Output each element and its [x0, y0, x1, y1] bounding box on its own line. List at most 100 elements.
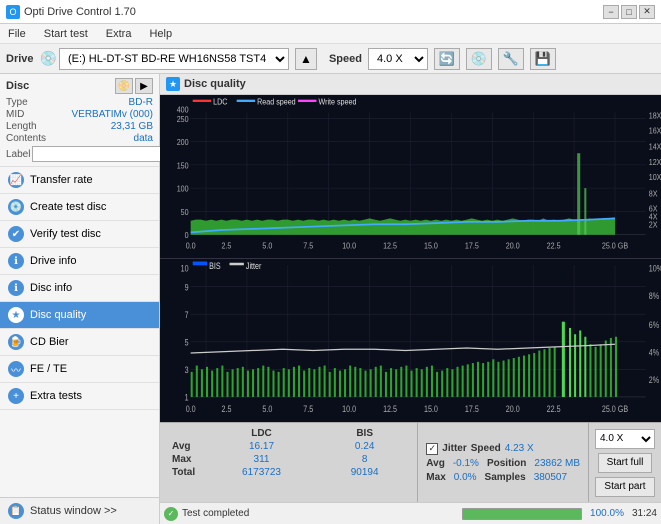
- sidebar-item-extra-tests[interactable]: + Extra tests: [0, 383, 159, 410]
- svg-text:0: 0: [185, 231, 189, 241]
- titlebar: O Opti Drive Control 1.70 − □ ✕: [0, 0, 661, 24]
- svg-text:LDC: LDC: [213, 97, 228, 107]
- refresh-button[interactable]: 🔄: [434, 48, 460, 70]
- progress-bar: [462, 508, 582, 520]
- start-full-button[interactable]: Start full: [598, 453, 653, 473]
- samples-val: 380507: [534, 472, 567, 483]
- avg-jitter-row: Avg -0.1% Position 23862 MB: [426, 458, 580, 469]
- start-part-button[interactable]: Start part: [595, 477, 654, 497]
- type-key: Type: [6, 97, 28, 108]
- stats-bar: LDC BIS Avg 16.17 0.24 Max 311: [160, 422, 661, 502]
- sidebar-item-cd-bier[interactable]: 🍺 CD Bier: [0, 329, 159, 356]
- window-controls[interactable]: − □ ✕: [603, 5, 655, 19]
- svg-text:16X: 16X: [649, 126, 661, 136]
- svg-text:5.0: 5.0: [262, 241, 272, 251]
- svg-text:15.0: 15.0: [424, 241, 438, 251]
- sidebar-item-verify-test-disc[interactable]: ✔ Verify test disc: [0, 221, 159, 248]
- svg-text:50: 50: [181, 207, 189, 217]
- drive-icon: 💿: [40, 50, 57, 67]
- menu-file[interactable]: File: [4, 28, 30, 40]
- minimize-button[interactable]: −: [603, 5, 619, 19]
- time-display: 31:24: [632, 508, 657, 519]
- disc-contents-row: Contents data: [6, 133, 153, 144]
- menu-help[interactable]: Help: [145, 28, 176, 40]
- speed-label: Speed: [329, 53, 362, 65]
- eject-button[interactable]: ▲: [295, 48, 317, 70]
- speed-dropdown[interactable]: 4.0 X: [595, 429, 655, 449]
- bottom-chart-svg: 1 3 5 7 9 10 10% 8% 6% 4% 2% 0.0 2.5 5.0: [160, 259, 661, 422]
- sidebar-item-transfer-rate[interactable]: 📈 Transfer rate: [0, 167, 159, 194]
- avg-bis: 0.24: [320, 440, 409, 453]
- svg-text:22.5: 22.5: [547, 404, 561, 414]
- sidebar-item-disc-info[interactable]: ℹ Disc info: [0, 275, 159, 302]
- svg-text:10.0: 10.0: [342, 404, 356, 414]
- position-label: Position: [487, 458, 526, 469]
- status-window-button[interactable]: 📋 Status window >>: [0, 498, 159, 524]
- svg-text:22.5: 22.5: [547, 241, 561, 251]
- progress-container: [462, 508, 582, 520]
- disc-button[interactable]: 💿: [466, 48, 492, 70]
- menu-start-test[interactable]: Start test: [40, 28, 92, 40]
- cd-bier-icon: 🍺: [8, 334, 24, 350]
- label-row: Label 🔍: [6, 146, 153, 162]
- samples-label: Samples: [485, 472, 526, 483]
- speed-info-label: Speed: [471, 443, 501, 454]
- svg-text:25.0 GB: 25.0 GB: [602, 241, 628, 251]
- total-ldc: 6173723: [203, 466, 320, 479]
- close-button[interactable]: ✕: [639, 5, 655, 19]
- nav-label-fe-te: FE / TE: [30, 363, 67, 375]
- svg-text:200: 200: [177, 138, 189, 148]
- drivebar: Drive 💿 (E:) HL-DT-ST BD-RE WH16NS58 TST…: [0, 44, 661, 74]
- svg-text:250: 250: [177, 114, 189, 124]
- svg-text:8X: 8X: [649, 189, 658, 199]
- menu-extra[interactable]: Extra: [102, 28, 136, 40]
- nav-label-cd-bier: CD Bier: [30, 336, 69, 348]
- svg-text:10.0: 10.0: [342, 241, 356, 251]
- avg-label2: Avg: [426, 458, 445, 469]
- bottom-status-bar: ✓ Test completed 100.0% 31:24: [160, 502, 661, 524]
- sidebar-item-drive-info[interactable]: ℹ Drive info: [0, 248, 159, 275]
- max-jitter-row: Max 0.0% Samples 380507: [426, 472, 580, 483]
- disc-label: Disc: [6, 80, 29, 92]
- jitter-checkbox[interactable]: ✓: [426, 443, 438, 455]
- settings-button[interactable]: 🔧: [498, 48, 524, 70]
- drive-info-icon: ℹ: [8, 253, 24, 269]
- svg-text:10%: 10%: [649, 264, 661, 274]
- max-label: Max: [168, 453, 203, 466]
- svg-text:2%: 2%: [649, 375, 659, 385]
- disc-quality-icon: ★: [8, 307, 24, 323]
- length-val: 23,31 GB: [111, 121, 153, 132]
- disc-header: Disc 📀 ▶: [6, 78, 153, 94]
- disc-icons: 📀 ▶: [115, 78, 153, 94]
- disc-icon-2[interactable]: ▶: [135, 78, 153, 94]
- bottom-chart: 1 3 5 7 9 10 10% 8% 6% 4% 2% 0.0 2.5 5.0: [160, 259, 661, 422]
- max-bis: 8: [320, 453, 409, 466]
- extra-tests-icon: +: [8, 388, 24, 404]
- disc-length-row: Length 23,31 GB: [6, 121, 153, 132]
- disc-info-icon: ℹ: [8, 280, 24, 296]
- status-window-label: Status window >>: [30, 505, 117, 517]
- sidebar-item-disc-quality[interactable]: ★ Disc quality: [0, 302, 159, 329]
- verify-test-disc-icon: ✔: [8, 226, 24, 242]
- svg-text:18X: 18X: [649, 111, 661, 121]
- svg-text:12.5: 12.5: [383, 404, 397, 414]
- speed-info-val: 4.23 X: [505, 443, 534, 454]
- sidebar-item-create-test-disc[interactable]: 💿 Create test disc: [0, 194, 159, 221]
- max-label2: Max: [426, 472, 445, 483]
- top-chart: 0 50 100 150 200 250 400 18X 16X 14X 12X…: [160, 95, 661, 259]
- save-button[interactable]: 💾: [530, 48, 556, 70]
- speed-select[interactable]: 4.0 X: [368, 48, 428, 70]
- disc-icon-1[interactable]: 📀: [115, 78, 133, 94]
- label-input[interactable]: [32, 146, 170, 162]
- sidebar-item-fe-te[interactable]: 〰 FE / TE: [0, 356, 159, 383]
- svg-text:2.5: 2.5: [221, 241, 231, 251]
- stats-table: LDC BIS Avg 16.17 0.24 Max 311: [160, 423, 417, 502]
- svg-text:100: 100: [177, 184, 189, 194]
- jitter-label: Jitter: [442, 443, 466, 454]
- svg-text:7.5: 7.5: [303, 241, 313, 251]
- maximize-button[interactable]: □: [621, 5, 637, 19]
- total-label: Total: [168, 466, 203, 479]
- drive-select[interactable]: (E:) HL-DT-ST BD-RE WH16NS58 TST4: [59, 48, 289, 70]
- svg-text:20.0: 20.0: [506, 241, 520, 251]
- svg-text:0.0: 0.0: [186, 404, 196, 414]
